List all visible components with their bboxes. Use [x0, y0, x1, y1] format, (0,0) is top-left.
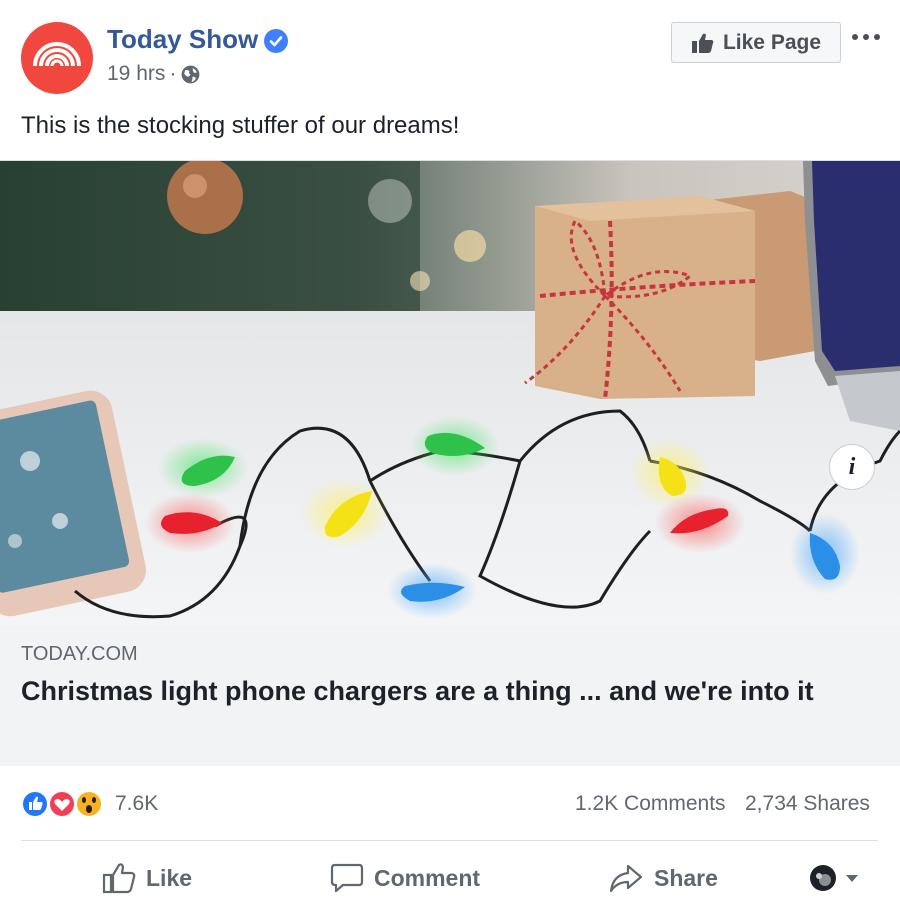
comments-count-link[interactable]: 1.2K Comments	[575, 792, 726, 816]
verified-badge-icon	[264, 29, 288, 53]
link-headline[interactable]: Christmas light phone chargers are a thi…	[21, 673, 881, 710]
post-header: Today Show 19 hrs · Like Page This is th…	[0, 0, 900, 160]
share-button[interactable]: Share	[608, 858, 718, 898]
caret-down-icon	[846, 875, 858, 882]
link-preview-card[interactable]: TODAY.COM Christmas light phone chargers…	[0, 160, 900, 766]
like-page-button[interactable]: Like Page	[671, 22, 841, 63]
post-meta: 19 hrs ·	[107, 62, 201, 86]
share-label: Share	[654, 864, 718, 891]
comment-bubble-icon	[330, 863, 364, 893]
more-options-icon[interactable]	[852, 27, 888, 47]
link-preview-image[interactable]	[0, 161, 900, 626]
post-message: This is the stocking stuffer of our drea…	[21, 112, 460, 139]
share-arrow-icon	[609, 864, 643, 893]
link-preview-text[interactable]: TODAY.COM Christmas light phone chargers…	[0, 626, 900, 766]
thumbs-up-icon	[691, 33, 714, 53]
divider	[21, 840, 878, 841]
like-label: Like	[146, 864, 193, 891]
reaction-count[interactable]: 7.6K	[115, 792, 158, 816]
info-icon[interactable]: i	[829, 444, 875, 490]
thumbs-up-outline-icon	[102, 863, 136, 894]
comment-button[interactable]: Comment	[330, 858, 480, 898]
post-actions: Like Comment Share	[0, 852, 900, 904]
link-domain: TODAY.COM	[21, 643, 138, 665]
comment-label: Comment	[374, 864, 481, 891]
today-rainbow-logo-icon	[33, 42, 81, 67]
like-button[interactable]: Like	[102, 858, 192, 898]
meta-separator: ·	[169, 62, 177, 85]
like-page-label: Like Page	[722, 30, 822, 54]
post-stats: 7.6K 1.2K Comments 2,734 Shares	[0, 784, 900, 826]
user-avatar	[810, 865, 836, 891]
reaction-icons[interactable]	[20, 788, 110, 820]
wow-reaction-icon	[75, 790, 103, 818]
globe-icon[interactable]	[180, 64, 201, 85]
post-timestamp[interactable]: 19 hrs	[107, 62, 165, 86]
page-name-link[interactable]: Today Show	[107, 24, 258, 55]
christmas-light-charger-photo	[0, 161, 900, 626]
page-avatar[interactable]	[21, 22, 93, 94]
react-as-selector[interactable]	[810, 858, 860, 898]
shares-count-link[interactable]: 2,734 Shares	[745, 792, 870, 816]
